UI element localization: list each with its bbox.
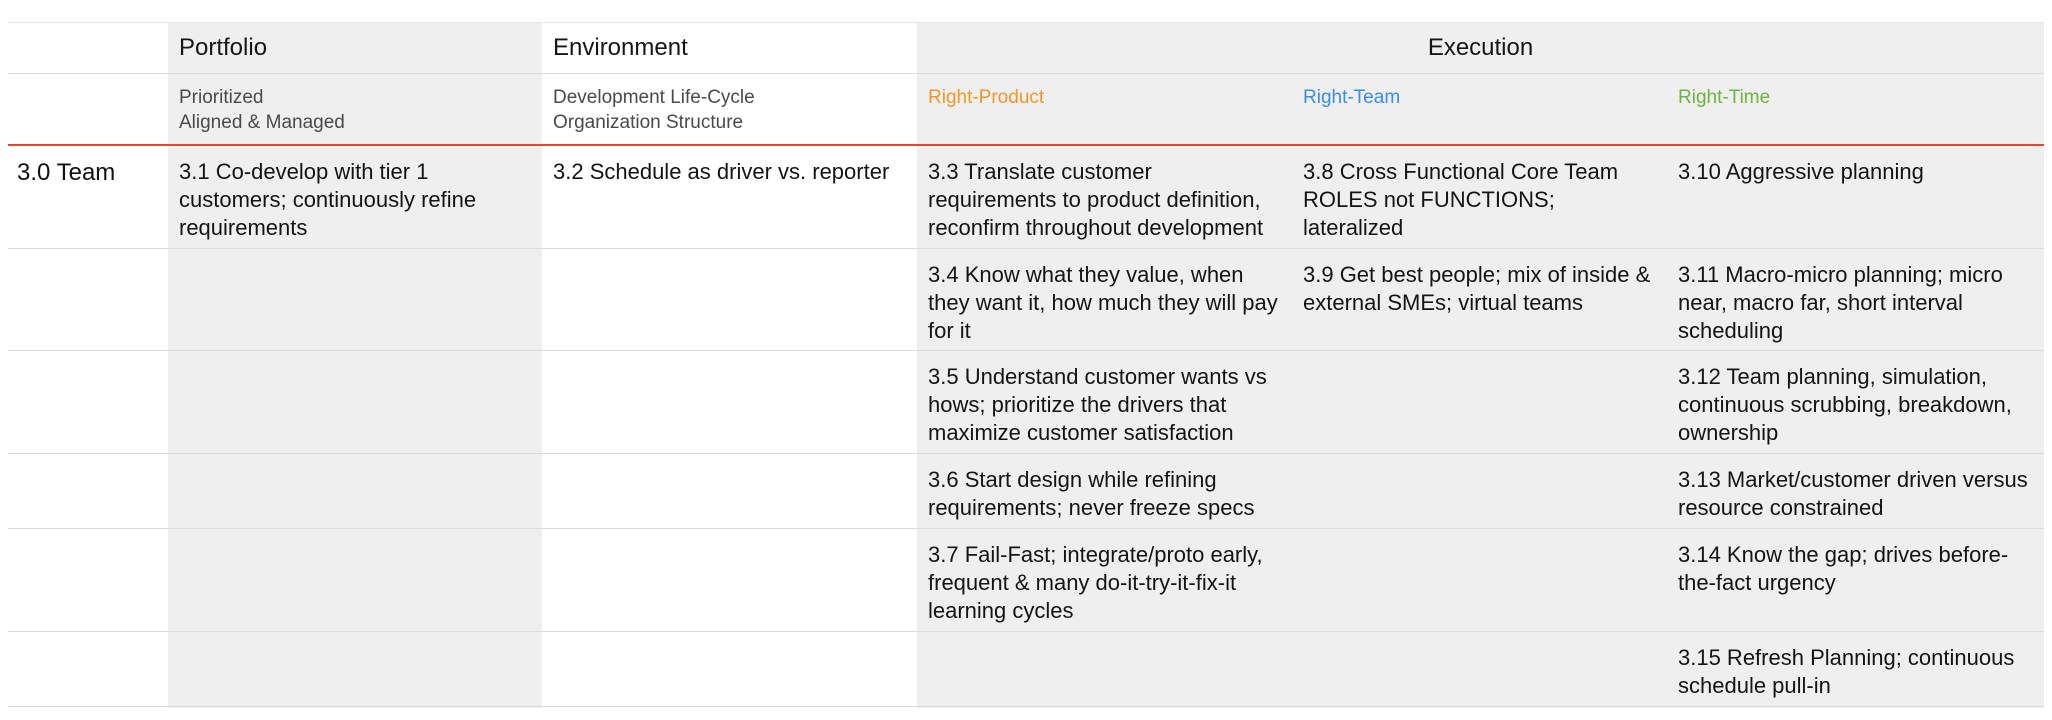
- cell-text: 3.8 Cross Functional Core Team ROLES not…: [1303, 158, 1619, 240]
- cell-portfolio: 3.1 Co-develop with tier 1 customers; co…: [168, 144, 542, 249]
- cell-right-product: 3.3 Translate customer requirements to p…: [917, 144, 1292, 249]
- corner-cell: [8, 73, 168, 146]
- corner-cell: [8, 22, 168, 74]
- cell-environment: [542, 528, 917, 632]
- cell-right-team: [1292, 350, 1667, 454]
- cell-text: [168, 454, 542, 466]
- row-label-cell: [8, 631, 168, 707]
- cell-right-product: 3.6 Start design while refining requirem…: [917, 453, 1292, 529]
- cell-text: [168, 351, 542, 363]
- subheader-environment: Development Life-Cycle Organization Stru…: [542, 73, 917, 146]
- cell-text: 3.5 Understand customer wants vs hows; p…: [928, 364, 1267, 445]
- cell-text: [168, 529, 542, 541]
- cell-text: 3.15 Refresh Planning; continuous schedu…: [1678, 645, 2015, 698]
- subheader-right-team: Right-Team: [1292, 73, 1667, 146]
- cell-text: [1292, 351, 1667, 363]
- cell-right-time: 3.15 Refresh Planning; continuous schedu…: [1667, 631, 2045, 707]
- cell-text: 3.6 Start design while refining requirem…: [928, 467, 1255, 520]
- subheader-right-product: Right-Product: [917, 73, 1292, 146]
- cell-right-product: 3.4 Know what they value, when they want…: [917, 248, 1292, 351]
- cell-text: 3.7 Fail-Fast; integrate/proto early, fr…: [928, 542, 1263, 623]
- cell-text: 3.14 Know the gap; drives before-the-fac…: [1678, 542, 2009, 595]
- cell-right-time: 3.14 Know the gap; drives before-the-fac…: [1667, 528, 2045, 632]
- cell-text: [542, 632, 917, 644]
- cell-text: [542, 351, 917, 363]
- cell-right-time: 3.12 Team planning, simulation, continuo…: [1667, 350, 2045, 454]
- cell-text: 3.3 Translate customer requirements to p…: [928, 158, 1264, 240]
- cell-environment: [542, 453, 917, 529]
- cell-portfolio: [168, 350, 542, 454]
- cell-text: [542, 249, 917, 261]
- cell-portfolio: [168, 631, 542, 707]
- cell-environment: [542, 248, 917, 351]
- row-label: 3.0 Team: [17, 158, 116, 186]
- table-row: 3.7 Fail-Fast; integrate/proto early, fr…: [8, 528, 2045, 632]
- cell-text: [168, 249, 542, 261]
- cell-right-team: [1292, 528, 1667, 632]
- subheader-row: Prioritized Aligned & Managed Developmen…: [8, 73, 2045, 146]
- table-row: 3.4 Know what they value, when they want…: [8, 248, 2045, 351]
- row-label-cell: [8, 350, 168, 454]
- subheader-environment-line-2: Organization Structure: [553, 112, 744, 133]
- cell-environment: [542, 350, 917, 454]
- cell-text: 3.9 Get best people; mix of inside & ext…: [1303, 262, 1651, 315]
- cell-text: [168, 632, 542, 644]
- cell-portfolio: [168, 453, 542, 529]
- cell-right-time: 3.10 Aggressive planning: [1667, 144, 2045, 249]
- row-label-cell: 3.0 Team: [8, 144, 168, 249]
- subheader-right-time-label: Right-Time: [1678, 87, 1771, 108]
- row-label-cell: [8, 453, 168, 529]
- cell-text: 3.11 Macro-micro planning; micro near, m…: [1678, 262, 2003, 343]
- cell-text: 3.2 Schedule as driver vs. reporter: [553, 158, 890, 184]
- table-row: 3.6 Start design while refining requirem…: [8, 453, 2045, 529]
- group-header-row: Portfolio Environment Execution: [8, 22, 2045, 74]
- table-row: 3.5 Understand customer wants vs hows; p…: [8, 350, 2045, 454]
- subheader-right-product-label: Right-Product: [928, 87, 1045, 108]
- cell-right-team: [1292, 631, 1667, 707]
- subheader-portfolio-line-1: Prioritized: [179, 87, 264, 108]
- cell-text: [1292, 454, 1667, 466]
- row-label-cell: [8, 528, 168, 632]
- cell-text: [1292, 632, 1667, 644]
- cell-right-team: 3.8 Cross Functional Core Team ROLES not…: [1292, 144, 1667, 249]
- cell-right-product: 3.7 Fail-Fast; integrate/proto early, fr…: [917, 528, 1292, 632]
- cell-text: [542, 454, 917, 466]
- table-row: 3.15 Refresh Planning; continuous schedu…: [8, 631, 2045, 707]
- group-header-environment: Environment: [542, 22, 917, 74]
- cell-right-time: 3.11 Macro-micro planning; micro near, m…: [1667, 248, 2045, 351]
- cell-right-time: 3.13 Market/customer driven versus resou…: [1667, 453, 2045, 529]
- cell-text: [917, 632, 1292, 644]
- row-label-cell: [8, 248, 168, 351]
- cell-text: 3.10 Aggressive planning: [1678, 158, 1924, 184]
- cell-right-team: 3.9 Get best people; mix of inside & ext…: [1292, 248, 1667, 351]
- team-matrix-table: Portfolio Environment Execution Prioriti…: [8, 22, 2045, 707]
- subheader-portfolio: Prioritized Aligned & Managed: [168, 73, 542, 146]
- cell-environment: 3.2 Schedule as driver vs. reporter: [542, 144, 917, 249]
- cell-text: [542, 529, 917, 541]
- table-row: 3.0 Team 3.1 Co-develop with tier 1 cust…: [8, 144, 2045, 249]
- cell-portfolio: [168, 528, 542, 632]
- group-header-execution: Execution: [917, 22, 2045, 74]
- cell-right-product: 3.5 Understand customer wants vs hows; p…: [917, 350, 1292, 454]
- cell-text: 3.4 Know what they value, when they want…: [928, 262, 1278, 343]
- cell-text: 3.13 Market/customer driven versus resou…: [1678, 467, 2028, 520]
- subheader-portfolio-line-2: Aligned & Managed: [179, 112, 345, 133]
- cell-right-product: [917, 631, 1292, 707]
- group-header-portfolio: Portfolio: [168, 22, 542, 74]
- subheader-right-time: Right-Time: [1667, 73, 2045, 146]
- cell-right-team: [1292, 453, 1667, 529]
- cell-text: 3.12 Team planning, simulation, continuo…: [1678, 364, 2012, 445]
- subheader-right-team-label: Right-Team: [1303, 87, 1401, 108]
- cell-text: [1292, 529, 1667, 541]
- cell-environment: [542, 631, 917, 707]
- subheader-environment-line-1: Development Life-Cycle: [553, 87, 755, 108]
- cell-text: 3.1 Co-develop with tier 1 customers; co…: [179, 158, 477, 240]
- cell-portfolio: [168, 248, 542, 351]
